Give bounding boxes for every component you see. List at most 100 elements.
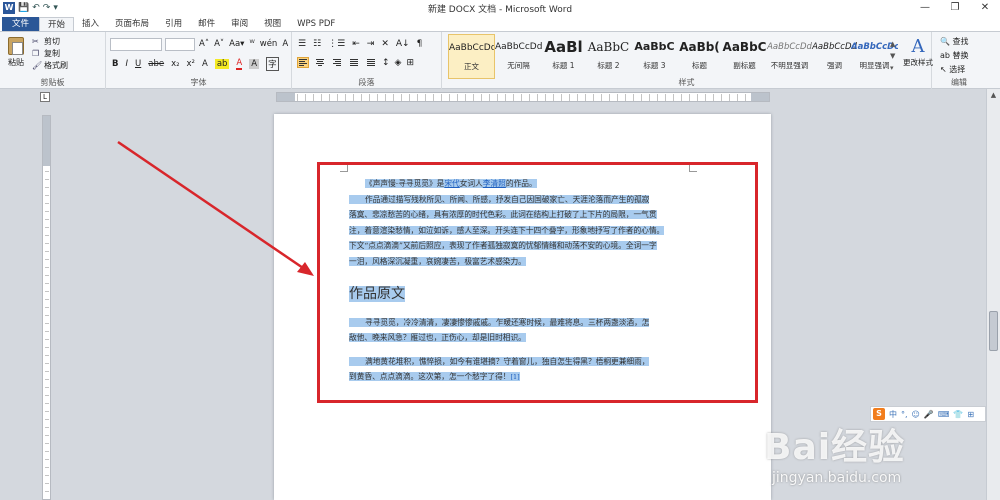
styles-gallery: AaBbCcDd 正文 AaBbCcDd 无间隔 AaBl 标题 1 AaBbC… — [448, 34, 898, 79]
underline-button[interactable]: U — [135, 59, 141, 69]
vertical-ruler[interactable] — [42, 115, 51, 500]
style-heading-3[interactable]: AaBbC 标题 3 — [631, 34, 678, 79]
style-normal[interactable]: AaBbCcDd 正文 — [448, 34, 495, 79]
increase-indent-button[interactable]: ⇥ — [367, 39, 375, 49]
ruler-left-margin — [277, 93, 295, 101]
paragraph-row-1: ☰ ☷ ⋮☰ ⇤ ⇥ ✕ A↓ ¶ — [298, 39, 422, 49]
style-sample: AaBbCcDd — [495, 42, 542, 52]
sort-button[interactable]: A↓ — [396, 39, 410, 49]
clear-format-button[interactable]: ᵂ — [249, 39, 254, 49]
superscript-button[interactable]: x² — [187, 59, 195, 69]
style-subtle-emphasis[interactable]: AaBbCcDd 不明显强调 — [766, 34, 813, 79]
tab-file[interactable]: 文件 — [2, 17, 40, 31]
document-page[interactable]: 《声声慢·寻寻觅觅》是宋代女词人李清照的作品。 作品通过描写残秋所见、所闻、所感… — [274, 114, 771, 500]
chinese-layout-button[interactable]: ✕ — [381, 39, 389, 49]
char-border-button[interactable]: A — [282, 39, 288, 49]
find-button[interactable]: 🔍 查找 — [940, 35, 969, 49]
copy-button[interactable]: ❐ 复制 — [32, 48, 68, 60]
distributed-button[interactable] — [365, 57, 377, 68]
decrease-indent-button[interactable]: ⇤ — [352, 39, 360, 49]
tab-view[interactable]: 视图 — [256, 17, 289, 31]
styles-scroll[interactable]: ▲ ▼ ▾ — [890, 38, 895, 74]
phonetic-guide-button[interactable]: wén — [260, 39, 278, 49]
multilevel-list-button[interactable]: ⋮☰ — [328, 39, 345, 49]
format-painter-button[interactable]: 🖌 格式刷 — [32, 60, 68, 72]
style-sample: AaBbC — [587, 40, 630, 54]
save-icon[interactable]: 💾 — [18, 3, 29, 13]
redo-icon[interactable]: ↷ — [43, 3, 51, 13]
cut-button[interactable]: ✂ 剪切 — [32, 36, 68, 48]
justify-button[interactable] — [348, 57, 360, 68]
font-row-2: B I U abe x₂ x² A ab A A 字 — [112, 57, 279, 71]
style-name: 副标题 — [733, 61, 756, 70]
bullets-button[interactable]: ☰ — [298, 39, 306, 49]
font-group-label: 字体 — [190, 78, 207, 87]
align-right-button[interactable] — [331, 57, 343, 68]
editing-group-label: 编辑 — [951, 78, 967, 87]
font-size-dropdown[interactable] — [165, 38, 195, 51]
tab-review[interactable]: 审阅 — [223, 17, 256, 31]
minimize-button[interactable]: — — [910, 0, 940, 16]
tab-selector[interactable]: L — [40, 92, 50, 102]
close-button[interactable]: ✕ — [970, 0, 1000, 16]
highlight-button[interactable]: ab — [214, 59, 230, 69]
undo-icon[interactable]: ↶ — [32, 3, 40, 13]
style-subtitle[interactable]: AaBbC 副标题 — [721, 34, 768, 79]
style-heading-2[interactable]: AaBbC 标题 2 — [585, 34, 632, 79]
select-label: 选择 — [949, 65, 966, 74]
ruler-ticks — [297, 94, 749, 101]
grow-font-button[interactable]: A˄ — [199, 39, 209, 49]
tab-home[interactable]: 开始 — [39, 17, 75, 31]
style-title[interactable]: AaBb( 标题 — [676, 34, 723, 79]
customize-qa-icon[interactable]: ▾ — [53, 3, 58, 13]
paste-icon — [8, 37, 24, 55]
borders-icon[interactable]: ⊞ — [406, 58, 414, 68]
show-marks-button[interactable]: ¶ — [417, 39, 423, 49]
bold-button[interactable]: B — [112, 59, 118, 69]
font-color-button[interactable]: A — [236, 58, 243, 70]
paragraph-group-label: 段落 — [358, 78, 375, 87]
scroll-up-icon[interactable]: ▲ — [987, 91, 1000, 99]
change-case-button[interactable]: Aa▾ — [229, 39, 244, 49]
strikethrough-button[interactable]: abe — [148, 59, 164, 69]
editing-items: 🔍 查找 ab 替换 ↖ 选择 — [940, 35, 969, 77]
paste-button[interactable]: 粘贴 — [4, 37, 28, 68]
tab-page-layout[interactable]: 页面布局 — [107, 17, 157, 31]
replace-icon: ab — [940, 51, 950, 60]
word-app-icon[interactable]: W — [3, 2, 15, 14]
italic-button[interactable]: I — [125, 59, 128, 69]
style-name: 标题 1 — [552, 61, 575, 70]
font-name-dropdown[interactable] — [110, 38, 162, 51]
style-heading-1[interactable]: AaBl 标题 1 — [540, 34, 587, 79]
select-button[interactable]: ↖ 选择 — [940, 63, 969, 77]
numbering-button[interactable]: ☷ — [313, 39, 321, 49]
tab-mailings[interactable]: 邮件 — [190, 17, 223, 31]
clipboard-items: ✂ 剪切 ❐ 复制 🖌 格式刷 — [32, 36, 68, 72]
text-effects-button[interactable]: A — [202, 59, 208, 69]
style-no-spacing[interactable]: AaBbCcDd 无间隔 — [495, 34, 542, 79]
copy-icon: ❐ — [32, 49, 40, 58]
shrink-font-button[interactable]: A˅ — [214, 39, 224, 49]
shading-icon[interactable]: ◈ — [395, 58, 402, 68]
tab-references[interactable]: 引用 — [157, 17, 190, 31]
ruler-row: L — [0, 89, 1000, 105]
line-spacing-icon[interactable]: ↕ — [382, 58, 390, 68]
change-styles-button[interactable]: A 更改样式 — [902, 36, 934, 68]
horizontal-ruler[interactable] — [276, 92, 770, 102]
align-left-button[interactable] — [297, 57, 309, 68]
tab-insert[interactable]: 插入 — [74, 17, 107, 31]
style-name: 不明显强调 — [770, 61, 809, 70]
align-center-button[interactable] — [314, 57, 326, 68]
scrollbar-thumb[interactable] — [989, 311, 998, 351]
change-styles-icon: A — [911, 36, 925, 57]
maximize-button[interactable]: ❐ — [940, 0, 970, 16]
watermark-url: jingyan.baidu.com — [772, 470, 902, 486]
ribbon-tabs: 文件 开始 插入 页面布局 引用 邮件 审阅 视图 WPS PDF — [0, 16, 1000, 31]
watermark-brand: Bai经验 — [764, 427, 906, 468]
replace-button[interactable]: ab 替换 — [940, 49, 969, 63]
tab-wps-pdf[interactable]: WPS PDF — [289, 17, 343, 31]
enclose-char-button[interactable]: 字 — [266, 57, 279, 71]
subscript-button[interactable]: x₂ — [171, 59, 179, 69]
style-sample: AaBl — [544, 38, 583, 56]
char-shading-button[interactable]: A — [249, 59, 260, 69]
